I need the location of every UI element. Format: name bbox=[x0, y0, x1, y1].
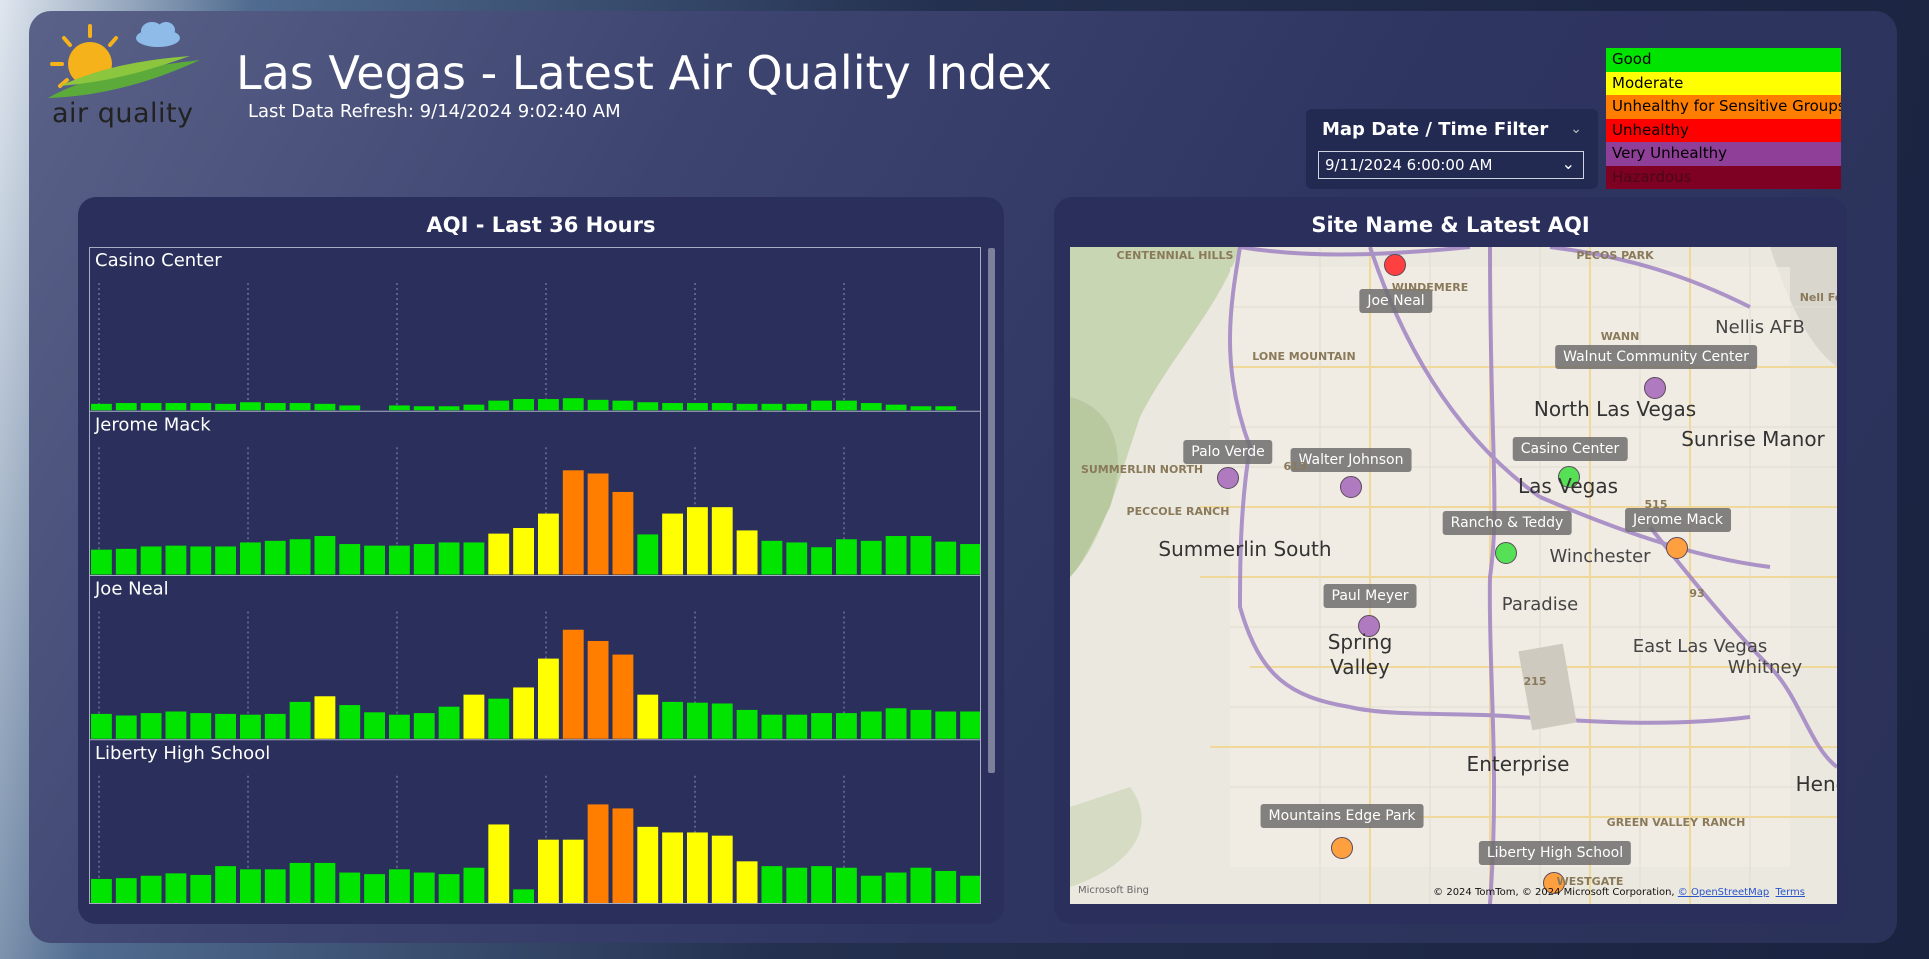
map-place-label: Enterprise bbox=[1466, 752, 1570, 776]
site-label[interactable]: Walnut Community Center bbox=[1555, 345, 1757, 369]
map-place-label: Nell Forc bbox=[1799, 291, 1837, 304]
map-place-label: WANN bbox=[1600, 330, 1640, 343]
page-title: Las Vegas - Latest Air Quality Index bbox=[236, 46, 1052, 100]
panel-title: Site Name & Latest AQI bbox=[1311, 213, 1590, 237]
site-label[interactable]: Paul Meyer bbox=[1323, 584, 1417, 608]
legend-item: Good bbox=[1606, 48, 1841, 72]
site-label[interactable]: Casino Center bbox=[1512, 437, 1628, 461]
map-place-label: GREEN VALLEY RANCH bbox=[1606, 816, 1746, 829]
map-place-label: 515 bbox=[1644, 498, 1668, 511]
map-attribution: © 2024 TomTom, © 2024 Microsoft Corporat… bbox=[1433, 887, 1805, 898]
map-place-label: Summerlin South bbox=[1158, 537, 1332, 561]
chart-scrollbar[interactable] bbox=[988, 248, 995, 773]
site-marker[interactable] bbox=[1384, 254, 1406, 276]
map-place-label: 215 bbox=[1523, 675, 1547, 688]
date-time-select-value: 9/11/2024 6:00:00 AM bbox=[1325, 156, 1493, 174]
site-label[interactable]: Mountains Edge Park bbox=[1260, 804, 1424, 828]
site-marker[interactable] bbox=[1217, 467, 1239, 489]
map-place-label: Paradise bbox=[1501, 594, 1579, 615]
map-place-label: North Las Vegas bbox=[1533, 397, 1697, 421]
site-map[interactable]: Joe Neal Walnut Community Center Casino Ce… bbox=[1070, 247, 1837, 904]
terms-link[interactable]: Terms bbox=[1776, 887, 1805, 898]
map-place-label: 93 bbox=[1689, 587, 1705, 600]
site-marker[interactable] bbox=[1340, 476, 1362, 498]
map-place-label: Winchester bbox=[1549, 546, 1651, 567]
site-marker[interactable] bbox=[1495, 542, 1517, 564]
map-place-label: CENTENNIAL HILLS bbox=[1116, 249, 1234, 262]
site-label[interactable]: Walter Johnson bbox=[1290, 448, 1412, 472]
aqi-legend: Good Moderate Unhealthy for Sensitive Grou… bbox=[1606, 48, 1841, 189]
map-place-label: East Las Vegas bbox=[1632, 636, 1768, 657]
legend-item: Moderate bbox=[1606, 71, 1841, 95]
attribution-text: © 2024 TomTom, © 2024 Microsoft Corporat… bbox=[1433, 887, 1675, 898]
legend-item: Hazardous bbox=[1606, 165, 1841, 189]
site-label[interactable]: Palo Verde bbox=[1183, 440, 1273, 464]
cloud-icon bbox=[136, 22, 180, 47]
map-place-label: WINDEMERE bbox=[1391, 281, 1469, 294]
date-time-select[interactable]: 9/11/2024 6:00:00 AM ⌄ bbox=[1318, 151, 1584, 179]
map-place-label: Hend bbox=[1795, 772, 1837, 796]
panel-title: AQI - Last 36 Hours bbox=[426, 213, 656, 237]
map-place-label: Whitney bbox=[1727, 657, 1803, 678]
legend-item: Very Unhealthy bbox=[1606, 142, 1841, 166]
map-date-time-filter: Map Date / Time Filter ⌄ 9/11/2024 6:00:… bbox=[1306, 109, 1598, 189]
filter-label: Map Date / Time Filter bbox=[1322, 119, 1549, 140]
chevron-down-icon[interactable]: ⌄ bbox=[1562, 154, 1575, 173]
site-label[interactable]: Rancho & Teddy bbox=[1442, 511, 1572, 535]
legend-item: Unhealthy for Sensitive Groups bbox=[1606, 95, 1841, 119]
site-label[interactable]: Liberty High School bbox=[1478, 841, 1632, 865]
last-refresh-text: Last Data Refresh: 9/14/2024 9:02:40 AM bbox=[248, 101, 621, 122]
logo-text: air quality bbox=[52, 98, 194, 129]
map-place-label: SUMMERLIN NORTH bbox=[1080, 463, 1204, 476]
site-marker[interactable] bbox=[1331, 837, 1353, 859]
site-marker[interactable] bbox=[1666, 537, 1688, 559]
map-place-label: Las Vegas bbox=[1518, 474, 1618, 498]
chart-border bbox=[89, 247, 981, 904]
site-marker[interactable] bbox=[1644, 377, 1666, 399]
map-place-label: Spring bbox=[1327, 630, 1393, 654]
microsoft-bing-logo: Microsoft Bing bbox=[1078, 885, 1150, 896]
legend-item: Unhealthy bbox=[1606, 118, 1841, 142]
collapse-chevron-icon[interactable]: ⌄ bbox=[1570, 121, 1582, 137]
map-place-label: 613 bbox=[1283, 460, 1307, 473]
map-place-label: Nellis AFB bbox=[1715, 317, 1805, 338]
map-place-label: LONE MOUNTAIN bbox=[1252, 350, 1356, 363]
map-place-label: PECCOLE RANCH bbox=[1126, 505, 1230, 518]
map-place-label: PECOS PARK bbox=[1576, 249, 1654, 262]
site-label[interactable]: Jerome Mack bbox=[1625, 508, 1731, 532]
map-place-label: Sunrise Manor bbox=[1681, 427, 1825, 451]
map-place-label: Valley bbox=[1330, 655, 1390, 679]
openstreetmap-link[interactable]: © OpenStreetMap bbox=[1678, 887, 1769, 898]
